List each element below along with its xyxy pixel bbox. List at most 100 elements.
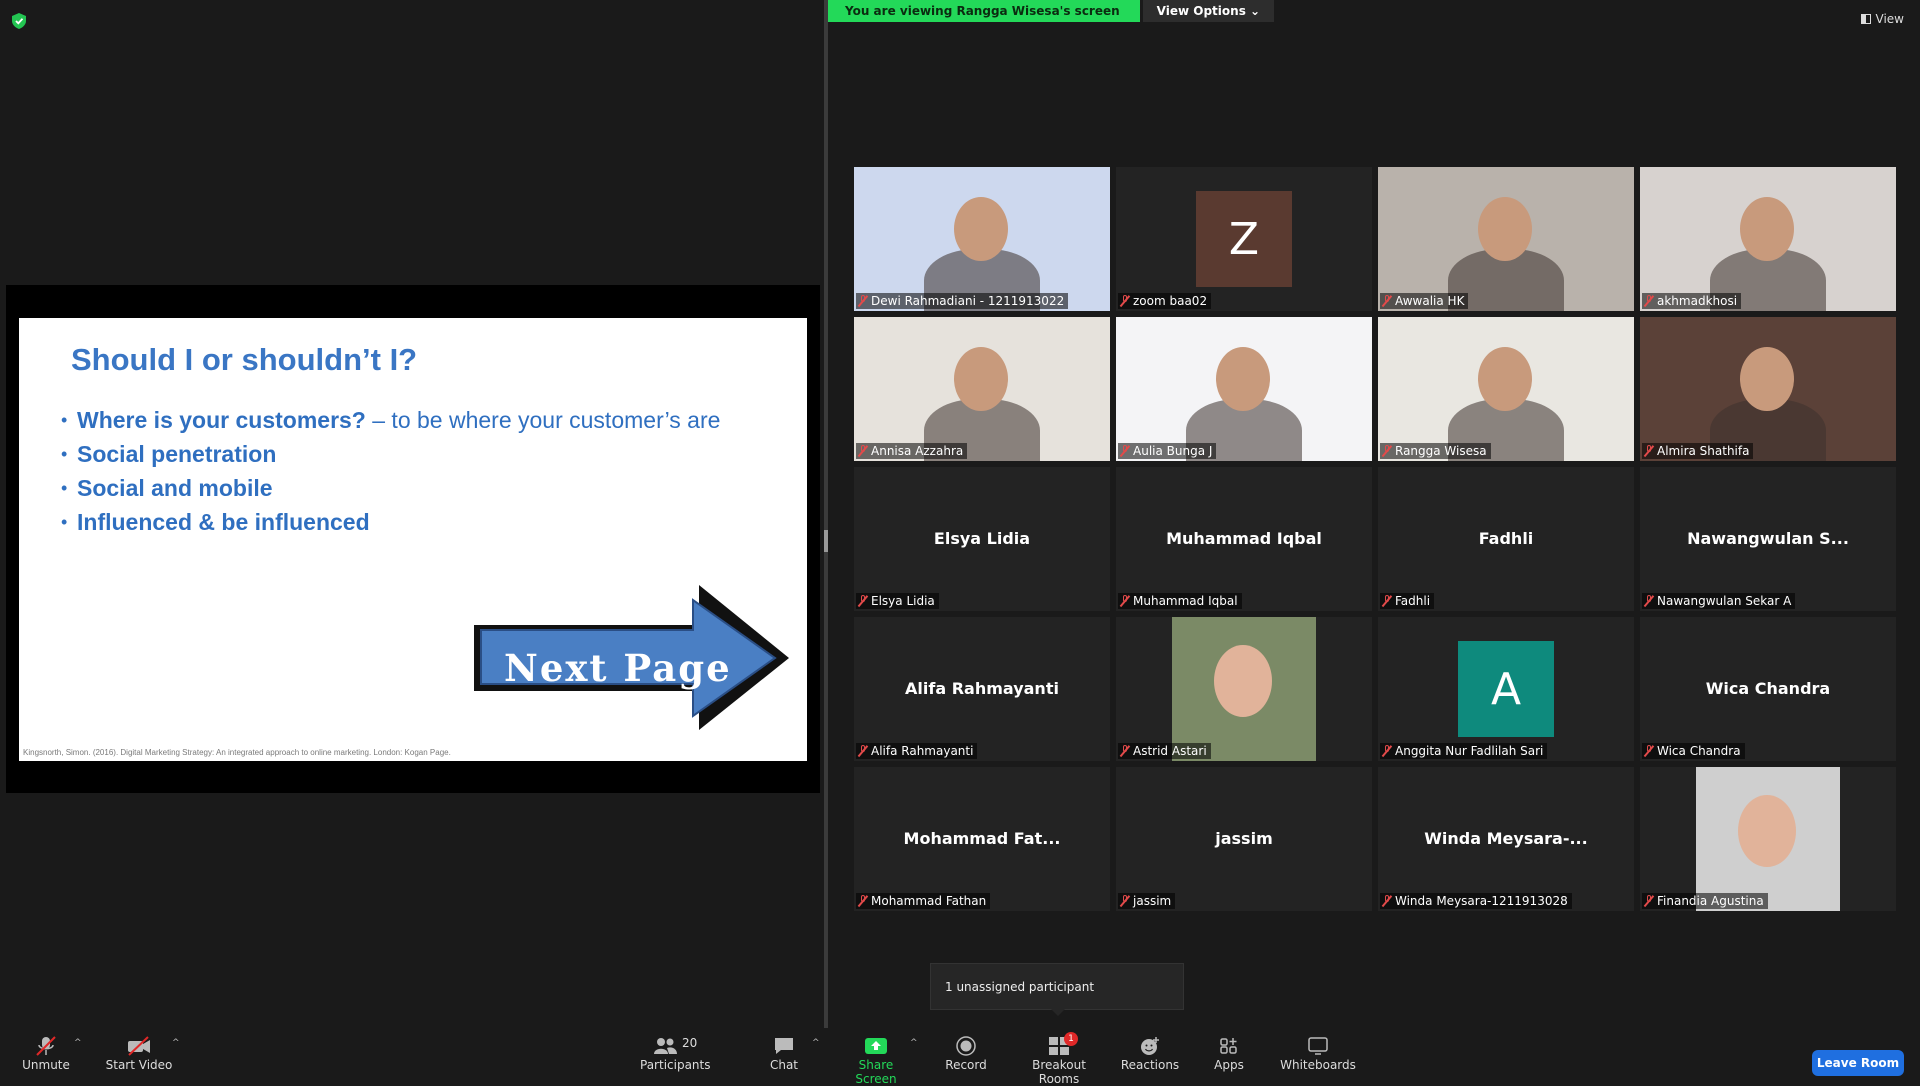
participant-display-name: Fadhli: [1478, 529, 1534, 548]
whiteboard-icon: [1308, 1037, 1328, 1055]
participants-button[interactable]: 20 Participants: [640, 1028, 711, 1080]
participants-icon-wrap: 20: [652, 1036, 698, 1056]
mic-muted-icon: [1382, 895, 1392, 907]
participant-name: Wica Chandra: [1657, 744, 1741, 758]
participant-tile[interactable]: Nawangwulan S... Nawangwulan Sekar A: [1640, 467, 1896, 611]
participant-name: Finandia Agustina: [1657, 894, 1764, 908]
participant-name-tag: Elsya Lidia: [856, 593, 939, 609]
participant-tile[interactable]: Winda Meysara-... Winda Meysara-121191302…: [1378, 767, 1634, 911]
participant-tile[interactable]: Annisa Azzahra: [854, 317, 1110, 461]
participants-count: 20: [682, 1036, 698, 1050]
participant-name-tag: Winda Meysara-1211913028: [1380, 893, 1572, 909]
smiley-icon: [1141, 1037, 1159, 1055]
participant-display-name: Nawangwulan S...: [1687, 529, 1849, 548]
participant-name: Annisa Azzahra: [871, 444, 964, 458]
participant-tile[interactable]: Mohammad Fat... Mohammad Fathan: [854, 767, 1110, 911]
view-button[interactable]: View: [1860, 12, 1904, 26]
start-video-button[interactable]: Start Video: [104, 1028, 174, 1080]
presentation-slide: Should I or shouldn’t I? Where is your c…: [19, 318, 807, 761]
record-button[interactable]: Record: [942, 1028, 990, 1080]
security-shield-icon[interactable]: [12, 13, 26, 29]
breakout-rooms-button[interactable]: 1 Breakout Rooms: [1012, 1028, 1106, 1086]
next-page-label: Next Page: [504, 646, 732, 690]
participant-name-tag: Astrid Astari: [1118, 743, 1211, 759]
mic-muted-icon: [1382, 595, 1392, 607]
participant-name: Rangga Wisesa: [1395, 444, 1487, 458]
share-options-caret-icon[interactable]: ^: [910, 1038, 918, 1048]
mic-muted-icon: [1120, 295, 1130, 307]
participant-display-name: Winda Meysara-...: [1424, 829, 1588, 848]
participant-tile[interactable]: Elsya Lidia Elsya Lidia: [854, 467, 1110, 611]
participant-display-name: Mohammad Fat...: [903, 829, 1061, 848]
viewing-banner: You are viewing Rangga Wisesa's screen V…: [825, 0, 1275, 22]
participant-tile[interactable]: Rangga Wisesa: [1378, 317, 1634, 461]
apps-button[interactable]: Apps: [1206, 1028, 1252, 1080]
start-video-label: Start Video: [105, 1058, 173, 1072]
participant-name: Fadhli: [1395, 594, 1431, 608]
slide-bullets: Where is your customers? – to be where y…: [61, 408, 741, 544]
participant-tile[interactable]: Awwalia HK: [1378, 167, 1634, 311]
mic-muted-icon: [1382, 745, 1392, 757]
participant-tile[interactable]: Fadhli Fadhli: [1378, 467, 1634, 611]
participant-name: Awwalia HK: [1395, 294, 1465, 308]
participant-video: [854, 317, 1110, 461]
unmute-button[interactable]: Unmute: [16, 1028, 76, 1080]
participant-name: Astrid Astari: [1133, 744, 1207, 758]
participant-name: Alifa Rahmayanti: [871, 744, 974, 758]
participant-display-name: Alifa Rahmayanti: [905, 679, 1059, 698]
participant-name: jassim: [1133, 894, 1172, 908]
participant-tile[interactable]: akhmadkhosi: [1640, 167, 1896, 311]
participant-tile[interactable]: Dewi Rahmadiani - 1211913022: [854, 167, 1110, 311]
audio-options-caret-icon[interactable]: ^: [74, 1038, 82, 1048]
participant-tile[interactable]: Finandia Agustina: [1640, 767, 1896, 911]
reactions-button[interactable]: Reactions: [1120, 1028, 1180, 1080]
mic-muted-icon: [1644, 895, 1654, 907]
apps-label: Apps: [1214, 1058, 1244, 1072]
participant-name-tag: Almira Shathifa: [1642, 443, 1754, 459]
participant-tile[interactable]: A Anggita Nur Fadlilah Sari: [1378, 617, 1634, 761]
mic-muted-icon: [1644, 295, 1654, 307]
participant-tile[interactable]: Astrid Astari: [1116, 617, 1372, 761]
whiteboards-button[interactable]: Whiteboards: [1280, 1028, 1356, 1080]
leave-room-button[interactable]: Leave Room: [1812, 1050, 1904, 1076]
participant-name-tag: Mohammad Fathan: [856, 893, 991, 909]
layout-icon: [1860, 14, 1871, 24]
participant-avatar: Z: [1196, 191, 1292, 287]
mic-muted-icon: [1120, 745, 1130, 757]
participant-name-tag: akhmadkhosi: [1642, 293, 1742, 309]
mic-muted-icon: [1644, 595, 1654, 607]
reactions-label: Reactions: [1120, 1058, 1180, 1072]
share-screen-label: Share Screen: [855, 1058, 897, 1086]
participant-photo: [1172, 617, 1316, 761]
participant-tile[interactable]: Aulia Bunga J: [1116, 317, 1372, 461]
view-options-button[interactable]: View Options ⌄: [1142, 0, 1275, 22]
participant-tile[interactable]: Zzoom baa02: [1116, 167, 1372, 311]
slide-title: Should I or shouldn’t I?: [71, 342, 418, 377]
participant-name: Aulia Bunga J: [1133, 444, 1213, 458]
shared-screen: Should I or shouldn’t I? Where is your c…: [6, 285, 820, 793]
share-screen-button[interactable]: Share Screen: [840, 1028, 912, 1086]
participant-name-tag: zoom baa02: [1118, 293, 1212, 309]
participant-tile[interactable]: Muhammad Iqbal Muhammad Iqbal: [1116, 467, 1372, 611]
participant-tile[interactable]: Almira Shathifa: [1640, 317, 1896, 461]
participant-name: Nawangwulan Sekar A: [1657, 594, 1792, 608]
divider-handle[interactable]: [824, 530, 828, 552]
chat-button[interactable]: Chat: [760, 1028, 808, 1080]
slide-bullet: Social and mobile: [61, 476, 741, 500]
mic-muted-icon: [1120, 595, 1130, 607]
participant-tile[interactable]: Alifa Rahmayanti Alifa Rahmayanti: [854, 617, 1110, 761]
chat-options-caret-icon[interactable]: ^: [812, 1038, 820, 1048]
chat-label: Chat: [769, 1058, 799, 1072]
mic-muted-icon: [858, 595, 868, 607]
participant-tile[interactable]: Wica Chandra Wica Chandra: [1640, 617, 1896, 761]
participant-name: Mohammad Fathan: [871, 894, 987, 908]
video-options-caret-icon[interactable]: ^: [172, 1038, 180, 1048]
unmute-label: Unmute: [22, 1058, 70, 1072]
participant-display-name: Wica Chandra: [1705, 679, 1831, 698]
microphone-muted-icon: [36, 1036, 56, 1056]
participant-tile[interactable]: jassim jassim: [1116, 767, 1372, 911]
participant-name: Elsya Lidia: [871, 594, 935, 608]
participant-display-name: jassim: [1215, 829, 1273, 848]
split-divider[interactable]: [824, 0, 828, 1028]
chat-bubble-icon: [775, 1038, 793, 1054]
